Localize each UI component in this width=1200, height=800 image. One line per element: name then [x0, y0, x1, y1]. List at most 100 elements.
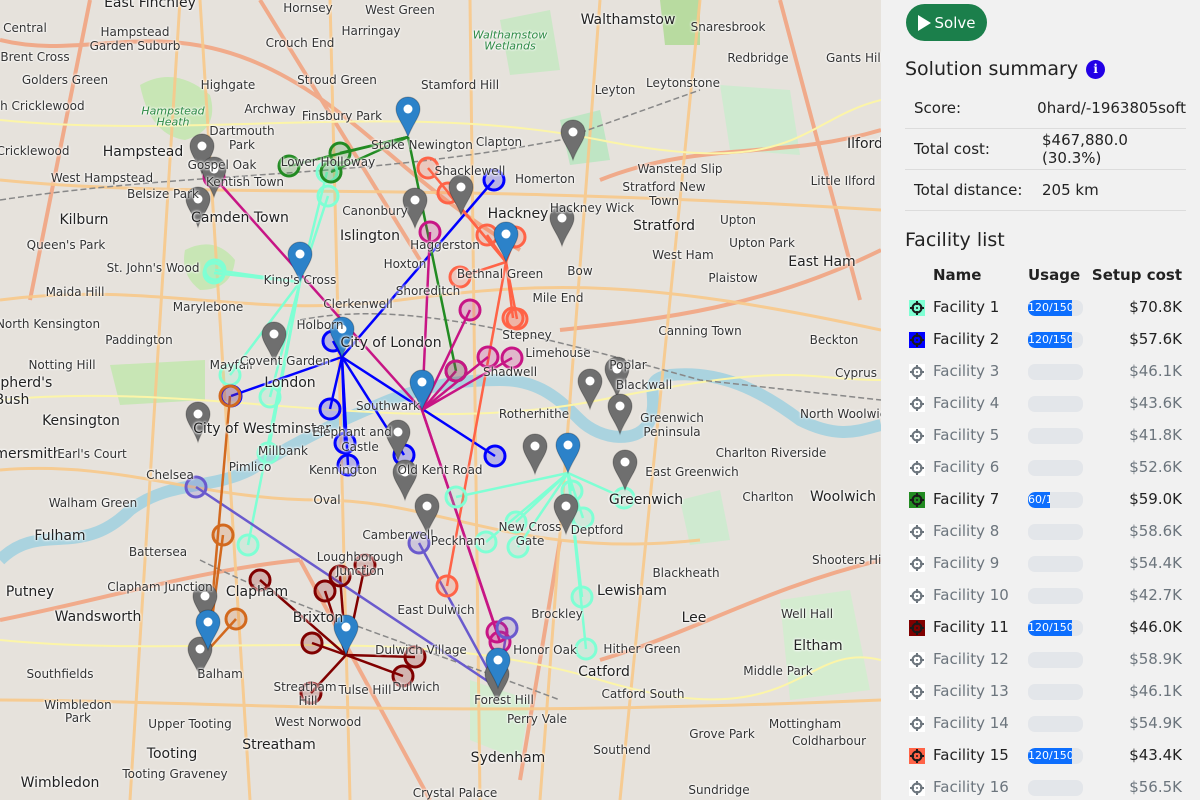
customer-marker[interactable]	[391, 664, 415, 688]
customer-marker[interactable]	[482, 168, 506, 192]
park-area	[720, 85, 800, 155]
customer-marker[interactable]	[277, 154, 301, 178]
customer-marker[interactable]	[505, 307, 529, 331]
facility-setup-cost: $46.1K	[1129, 362, 1182, 380]
facility-name: Facility 11	[933, 618, 1009, 636]
info-icon[interactable]: i	[1086, 59, 1106, 79]
solve-label: Solve	[934, 13, 976, 32]
facility-row[interactable]: Facility 8 $58.6K	[905, 516, 1186, 548]
customer-marker[interactable]	[316, 184, 340, 208]
facility-row[interactable]: Facility 15 120/150 $43.4K	[905, 740, 1186, 772]
customer-marker[interactable]	[504, 510, 528, 534]
facility-row[interactable]: Facility 5 $41.8K	[905, 420, 1186, 452]
customer-marker[interactable]	[495, 616, 519, 640]
customer-marker[interactable]	[500, 346, 524, 370]
summary-row-total-cost: Total cost: $467,880.0 (30.3%)	[905, 129, 1186, 170]
customer-marker[interactable]	[416, 156, 440, 180]
usage-progress-bar: 120/150	[1028, 300, 1083, 316]
customer-marker[interactable]	[612, 486, 636, 510]
facility-row[interactable]: Facility 6 $52.6K	[905, 452, 1186, 484]
facility-table-header: Name Usage Setup cost	[905, 266, 1186, 288]
customer-marker[interactable]	[435, 574, 459, 598]
facility-name: Facility 4	[933, 394, 1000, 412]
facility-row[interactable]: Facility 4 $43.6K	[905, 388, 1186, 420]
map-view[interactable]: East Finchley Central Hampstead Garden Subu…	[0, 0, 881, 800]
column-name: Name	[933, 266, 982, 284]
summary-value: 0hard/-1963805soft	[1037, 99, 1186, 117]
map-canvas[interactable]	[0, 0, 881, 800]
usage-progress-bar	[1028, 716, 1083, 732]
customer-marker[interactable]	[418, 220, 442, 244]
customer-marker[interactable]	[300, 631, 324, 655]
customer-marker[interactable]	[403, 645, 427, 669]
customer-marker[interactable]	[458, 298, 482, 322]
crosshairs-icon	[909, 460, 925, 476]
customer-marker[interactable]	[328, 141, 352, 165]
facility-row[interactable]: Facility 12 $58.9K	[905, 644, 1186, 676]
facility-setup-cost: $43.6K	[1129, 394, 1182, 412]
facility-row[interactable]: Facility 3 $46.1K	[905, 356, 1186, 388]
customer-marker[interactable]	[574, 637, 598, 661]
facility-setup-cost: $54.9K	[1129, 714, 1182, 732]
usage-progress-fill: 120/150	[1028, 620, 1072, 636]
usage-progress-bar	[1028, 556, 1083, 572]
customer-marker[interactable]	[248, 568, 272, 592]
customer-marker[interactable]	[444, 359, 468, 383]
facility-row[interactable]: Facility 14 $54.9K	[905, 708, 1186, 740]
customer-marker[interactable]	[319, 160, 343, 184]
solve-button[interactable]: Solve	[906, 4, 987, 41]
customer-marker[interactable]	[448, 265, 472, 289]
customer-marker[interactable]	[476, 345, 500, 369]
customer-marker[interactable]	[218, 363, 242, 387]
customer-marker[interactable]	[256, 441, 280, 465]
crosshairs-icon	[909, 780, 925, 796]
customer-marker[interactable]	[483, 444, 507, 468]
facility-row[interactable]: Facility 11 120/150 $46.0K	[905, 612, 1186, 644]
crosshairs-icon	[909, 524, 925, 540]
customer-marker[interactable]	[299, 681, 323, 705]
customer-marker[interactable]	[224, 607, 248, 631]
facility-row[interactable]: Facility 10 $42.7K	[905, 580, 1186, 612]
facility-setup-cost: $58.9K	[1129, 650, 1182, 668]
customer-marker[interactable]	[336, 453, 360, 477]
summary-row-total-distance: Total distance: 205 km	[905, 170, 1186, 211]
facility-name: Facility 14	[933, 714, 1009, 732]
facility-row[interactable]: Facility 9 $54.4K	[905, 548, 1186, 580]
customer-marker[interactable]	[258, 385, 282, 409]
facility-name: Facility 2	[933, 330, 1000, 348]
usage-progress-bar	[1028, 684, 1083, 700]
customer-marker[interactable]	[506, 535, 530, 559]
customer-marker[interactable]	[353, 553, 377, 577]
customer-marker[interactable]	[218, 384, 242, 408]
usage-progress-fill: 120/150	[1028, 332, 1072, 348]
customer-marker[interactable]	[202, 261, 226, 285]
usage-progress-fill: 60/150	[1028, 492, 1050, 508]
summary-row-score: Score: 0hard/-1963805soft	[905, 88, 1186, 129]
crosshairs-icon	[909, 364, 925, 380]
facility-name: Facility 16	[933, 778, 1009, 796]
customer-marker[interactable]	[236, 533, 260, 557]
customer-marker[interactable]	[318, 397, 342, 421]
facility-row[interactable]: Facility 16 $56.5K	[905, 772, 1186, 800]
facility-name: Facility 8	[933, 522, 1000, 540]
facility-row[interactable]: Facility 2 120/150 $57.6K	[905, 324, 1186, 356]
facility-name: Facility 13	[933, 682, 1009, 700]
summary-key: Score:	[914, 99, 962, 117]
facility-row[interactable]: Facility 13 $46.1K	[905, 676, 1186, 708]
crosshairs-icon	[909, 620, 925, 636]
customer-marker[interactable]	[407, 531, 431, 555]
customer-marker[interactable]	[444, 485, 468, 509]
customer-marker[interactable]	[570, 585, 594, 609]
customer-marker[interactable]	[333, 431, 357, 455]
summary-key: Total cost:	[914, 140, 990, 158]
facility-name: Facility 6	[933, 458, 1000, 476]
usage-progress-bar	[1028, 524, 1083, 540]
customer-marker[interactable]	[184, 475, 208, 499]
facility-row[interactable]: Facility 7 60/150 $59.0K	[905, 484, 1186, 516]
facility-row[interactable]: Facility 1 120/150 $70.8K	[905, 292, 1186, 324]
usage-progress-bar	[1028, 364, 1083, 380]
facility-name: Facility 3	[933, 362, 1000, 380]
customer-marker[interactable]	[474, 530, 498, 554]
customer-marker[interactable]	[211, 523, 235, 547]
customer-marker[interactable]	[328, 564, 352, 588]
